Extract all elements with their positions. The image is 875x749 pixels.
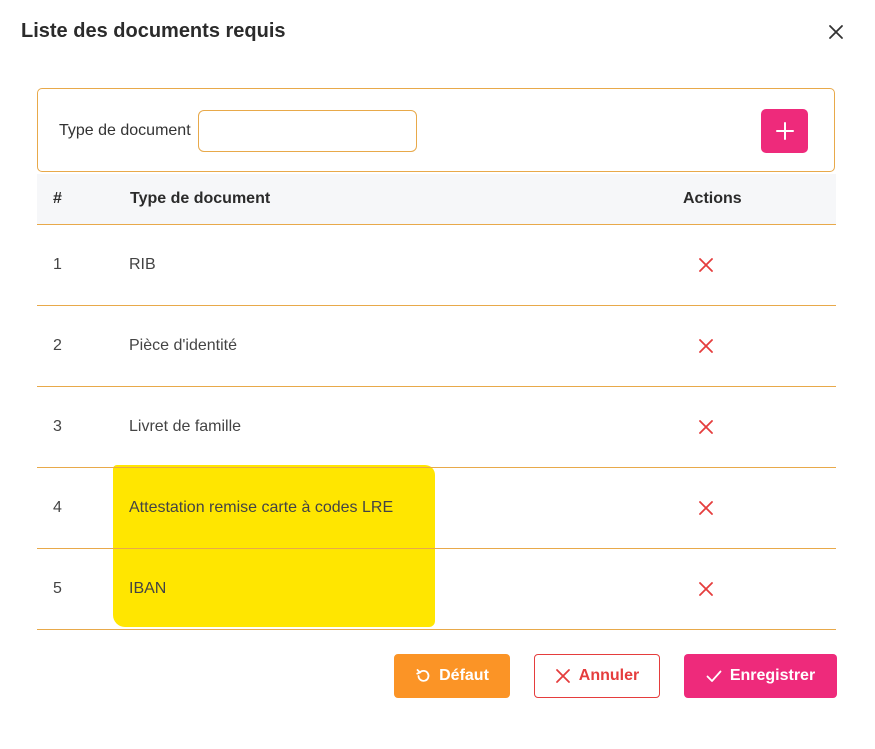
header-actions: Actions	[683, 190, 742, 207]
row-document-type: Pièce d'identité	[129, 337, 238, 354]
delete-x-icon[interactable]	[699, 501, 713, 515]
row-document-type: RIB	[129, 256, 156, 273]
row-number: 4	[53, 499, 62, 516]
row-document-type: IBAN	[129, 580, 167, 597]
cancel-button-label: Annuler	[578, 667, 640, 684]
cancel-button[interactable]: Annuler	[534, 654, 660, 698]
row-number: 5	[53, 580, 62, 597]
delete-x-icon[interactable]	[699, 258, 713, 272]
plus-icon	[775, 122, 794, 140]
add-document-button[interactable]	[761, 109, 808, 153]
documents-table: # Type de document Actions 1 RIB 2 Pièce…	[37, 174, 836, 630]
save-button[interactable]: Enregistrer	[684, 654, 837, 698]
header-number: #	[53, 190, 62, 207]
row-number: 1	[53, 256, 62, 273]
row-number: 3	[53, 418, 62, 435]
delete-x-icon[interactable]	[699, 339, 713, 353]
save-button-label: Enregistrer	[729, 667, 816, 684]
table-row: 3 Livret de famille	[37, 387, 836, 468]
close-icon	[829, 25, 843, 39]
table-row: 2 Pièce d'identité	[37, 306, 836, 387]
reset-icon	[416, 669, 430, 682]
document-type-input[interactable]	[198, 110, 417, 152]
delete-x-icon[interactable]	[699, 420, 713, 434]
header-document-type: Type de document	[130, 190, 271, 207]
row-number: 2	[53, 337, 62, 354]
default-button[interactable]: Défaut	[394, 654, 510, 698]
document-type-label: Type de document	[59, 122, 191, 139]
row-document-type: Livret de famille	[129, 418, 242, 435]
dialog-title: Liste des documents requis	[21, 20, 286, 42]
check-icon	[706, 670, 722, 682]
delete-x-icon[interactable]	[699, 582, 713, 596]
table-row: 1 RIB	[37, 225, 836, 306]
default-button-label: Défaut	[439, 667, 489, 684]
table-row: 4 Attestation remise carte à codes LRE	[37, 468, 836, 549]
table-row: 5 IBAN	[37, 549, 836, 630]
x-icon	[555, 669, 570, 683]
row-document-type: Attestation remise carte à codes LRE	[129, 499, 394, 516]
add-document-panel: Type de document	[37, 88, 835, 172]
table-header: # Type de document Actions	[37, 174, 836, 225]
close-button[interactable]	[826, 22, 846, 42]
